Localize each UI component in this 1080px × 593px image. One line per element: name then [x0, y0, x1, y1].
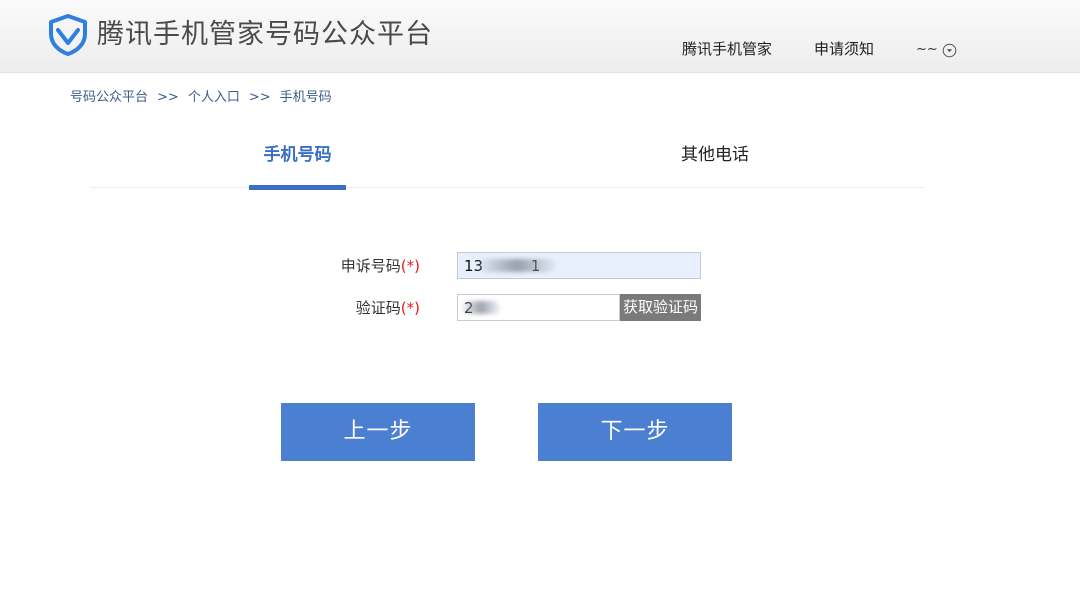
next-step-button[interactable]: 下一步: [538, 403, 732, 461]
required-mark: (*): [400, 299, 420, 317]
breadcrumb-item-platform[interactable]: 号码公众平台: [70, 90, 148, 105]
verification-code-label: 验证码(*): [300, 298, 420, 318]
verification-code-label-text: 验证码: [355, 299, 401, 317]
tab-active-indicator: [249, 185, 346, 190]
breadcrumb-item-personal-entry[interactable]: 个人入口: [188, 90, 240, 105]
tabs-divider: [90, 187, 924, 188]
user-menu[interactable]: ~~: [916, 40, 957, 60]
appeal-number-label-text: 申诉号码: [340, 257, 401, 275]
breadcrumb: 号码公众平台 >> 个人入口 >> 手机号码: [70, 89, 332, 107]
redaction-blur: [478, 259, 556, 272]
tab-mobile-number[interactable]: 手机号码: [249, 142, 346, 168]
get-verification-code-button[interactable]: 获取验证码: [620, 294, 701, 321]
required-mark: (*): [400, 257, 420, 275]
nav-link-qq-phone-manager[interactable]: 腾讯手机管家: [682, 39, 772, 59]
breadcrumb-item-mobile-number[interactable]: 手机号码: [280, 90, 332, 105]
appeal-number-label: 申诉号码(*): [300, 256, 420, 276]
shield-logo-icon[interactable]: [48, 14, 88, 56]
top-header: 腾讯手机管家号码公众平台 腾讯手机管家 申请须知 ~~: [0, 0, 1080, 73]
breadcrumb-separator: >>: [157, 90, 179, 105]
previous-step-button[interactable]: 上一步: [281, 403, 475, 461]
tab-other-phone[interactable]: 其他电话: [662, 142, 768, 168]
chevron-down-circle-icon[interactable]: [942, 43, 957, 58]
breadcrumb-separator: >>: [248, 90, 271, 105]
user-name: ~~: [916, 42, 938, 57]
nav-link-application-notice[interactable]: 申请须知: [814, 39, 874, 59]
redaction-blur: [462, 301, 500, 314]
brand-title[interactable]: 腾讯手机管家号码公众平台: [97, 17, 433, 53]
